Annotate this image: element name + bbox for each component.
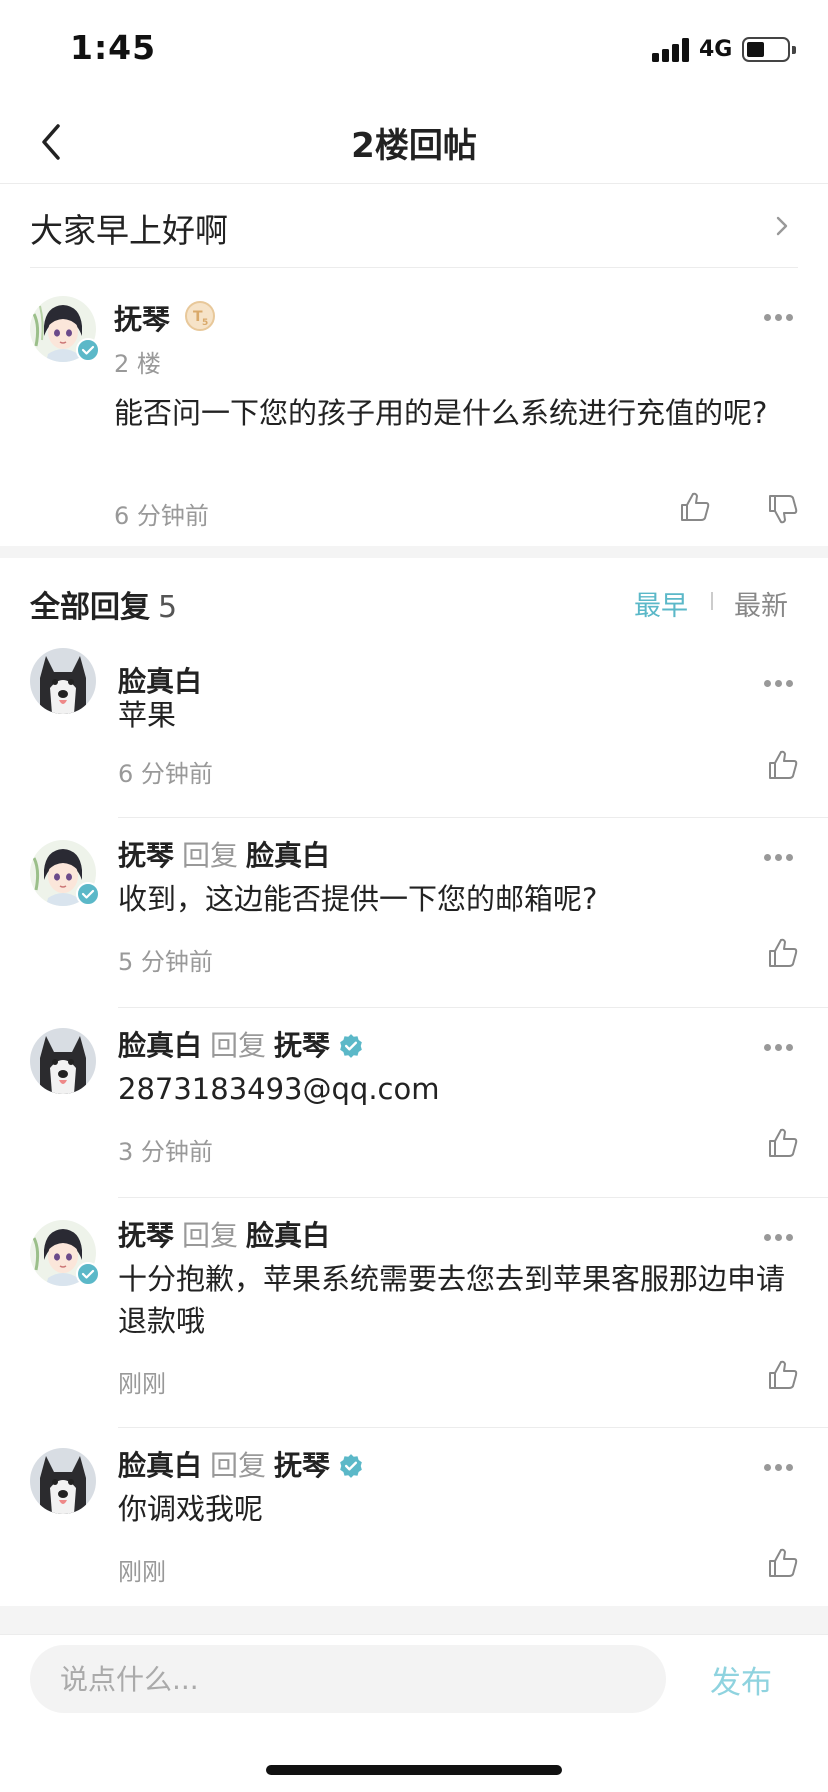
- reply-timestamp: 3 分钟前: [118, 1138, 213, 1166]
- floor-content: 能否问一下您的孩子用的是什么系统进行充值的呢?: [114, 396, 768, 430]
- more-horizontal-icon[interactable]: [764, 1044, 794, 1054]
- home-indicator[interactable]: [266, 1765, 562, 1775]
- reply-header: 抚琴 回复 脸真白: [118, 834, 330, 874]
- thumb-up-icon[interactable]: [766, 1126, 800, 1160]
- svg-text:5: 5: [202, 318, 208, 328]
- reply-target[interactable]: 抚琴: [274, 1449, 330, 1482]
- reply-to-word: 回复: [182, 1219, 239, 1252]
- more-horizontal-icon[interactable]: [764, 680, 794, 690]
- nav-bar: 2楼回帖: [0, 100, 828, 184]
- reply-to-word: 回复: [210, 1449, 267, 1482]
- comment-input[interactable]: [30, 1645, 666, 1713]
- reply-timestamp: 6 分钟前: [118, 760, 213, 788]
- status-bar: 1:45 4G: [0, 0, 828, 100]
- avatar[interactable]: [30, 840, 100, 906]
- more-horizontal-icon[interactable]: [764, 1234, 794, 1244]
- reply-content: 苹果: [118, 698, 177, 732]
- page-title: 2楼回帖: [351, 126, 477, 166]
- battery-icon: [742, 37, 796, 62]
- replies-title: 全部回复 5: [30, 582, 177, 626]
- comment-composer: 发布: [0, 1634, 828, 1792]
- reply-header: 脸真白 回复 抚琴: [118, 1024, 364, 1064]
- thumb-up-icon[interactable]: [766, 748, 800, 782]
- replies-header: 全部回复 5 最早 最新: [0, 558, 828, 646]
- more-horizontal-icon[interactable]: [764, 1464, 794, 1474]
- avatar[interactable]: [30, 1448, 96, 1514]
- thumb-up-icon[interactable]: [766, 1358, 800, 1392]
- sort-divider: [711, 592, 713, 610]
- section-divider: [0, 546, 828, 558]
- reply-content: 你调戏我呢: [118, 1492, 264, 1526]
- avatar[interactable]: [30, 1028, 96, 1094]
- chevron-right-icon: [776, 216, 788, 236]
- reply-author[interactable]: 脸真白: [118, 1029, 202, 1062]
- avatar[interactable]: [30, 296, 100, 362]
- post-title-row[interactable]: 大家早上好啊: [30, 184, 798, 268]
- verified-check-icon: [76, 882, 100, 906]
- publish-button[interactable]: 发布: [710, 1657, 772, 1702]
- husky-avatar-image: [30, 1028, 96, 1094]
- floor-timestamp: 6 分钟前: [114, 502, 209, 530]
- thumb-down-icon[interactable]: [766, 492, 800, 526]
- more-horizontal-icon[interactable]: [764, 854, 794, 864]
- reply-item: 抚琴 回复 脸真白 收到，这边能否提供一下您的邮箱呢? 5 分钟前: [0, 818, 828, 1008]
- section-divider: [0, 1606, 828, 1634]
- reply-content: 收到，这边能否提供一下您的邮箱呢?: [118, 882, 598, 916]
- reply-target[interactable]: 抚琴: [274, 1029, 330, 1062]
- reply-author[interactable]: 抚琴: [118, 839, 174, 872]
- thumb-up-icon[interactable]: [766, 936, 800, 970]
- reply-item: 脸真白 苹果 6 分钟前: [0, 646, 828, 818]
- network-type: 4G: [699, 37, 733, 62]
- verified-check-icon: [340, 1454, 362, 1478]
- reply-content: 2873183493@qq.com: [118, 1072, 440, 1106]
- verified-check-icon: [76, 1262, 100, 1286]
- reply-timestamp: 刚刚: [118, 1558, 166, 1586]
- reply-item: 脸真白 回复 抚琴 2873183493@qq.com 3 分钟前: [0, 1008, 828, 1198]
- replies-count: 5: [158, 590, 178, 625]
- signal-strength-icon: [652, 38, 692, 62]
- replies-title-label: 全部回复: [30, 590, 150, 625]
- avatar[interactable]: [30, 648, 96, 714]
- husky-avatar-image: [30, 648, 96, 714]
- reply-to-word: 回复: [182, 839, 239, 872]
- thumb-up-icon[interactable]: [766, 1546, 800, 1580]
- floor-number: 2 楼: [114, 350, 161, 378]
- reply-header: 脸真白 回复 抚琴: [118, 1444, 364, 1484]
- status-time: 1:45: [70, 28, 157, 67]
- reply-author[interactable]: 脸真白: [118, 1449, 202, 1482]
- reply-item: 脸真白 回复 抚琴 你调戏我呢 刚刚: [0, 1428, 828, 1606]
- battery-level-fill: [747, 42, 764, 57]
- sort-earliest-tab[interactable]: 最早: [634, 584, 688, 623]
- floor-author-name[interactable]: 抚琴: [114, 298, 170, 338]
- thumb-up-icon[interactable]: [678, 490, 712, 524]
- level-badge-icon: T5: [184, 300, 216, 332]
- reply-timestamp: 刚刚: [118, 1370, 166, 1398]
- avatar[interactable]: [30, 1220, 100, 1286]
- reply-content: 十分抱歉，苹果系统需要去您去到苹果客服那边申请退款哦: [118, 1262, 786, 1338]
- reply-header: 抚琴 回复 脸真白: [118, 1214, 330, 1254]
- reply-timestamp: 5 分钟前: [118, 948, 213, 976]
- post-title: 大家早上好啊: [30, 211, 228, 250]
- sort-latest-tab[interactable]: 最新: [734, 584, 788, 623]
- more-horizontal-icon[interactable]: [764, 314, 794, 324]
- reply-author[interactable]: 抚琴: [118, 1219, 174, 1252]
- reply-target[interactable]: 脸真白: [246, 839, 330, 872]
- reply-target[interactable]: 脸真白: [246, 1219, 330, 1252]
- husky-avatar-image: [30, 1448, 96, 1514]
- reply-item: 抚琴 回复 脸真白 十分抱歉，苹果系统需要去您去到苹果客服那边申请退款哦 刚刚: [0, 1198, 828, 1428]
- verified-check-icon: [76, 338, 100, 362]
- reply-to-word: 回复: [210, 1029, 267, 1062]
- verified-check-icon: [340, 1034, 362, 1058]
